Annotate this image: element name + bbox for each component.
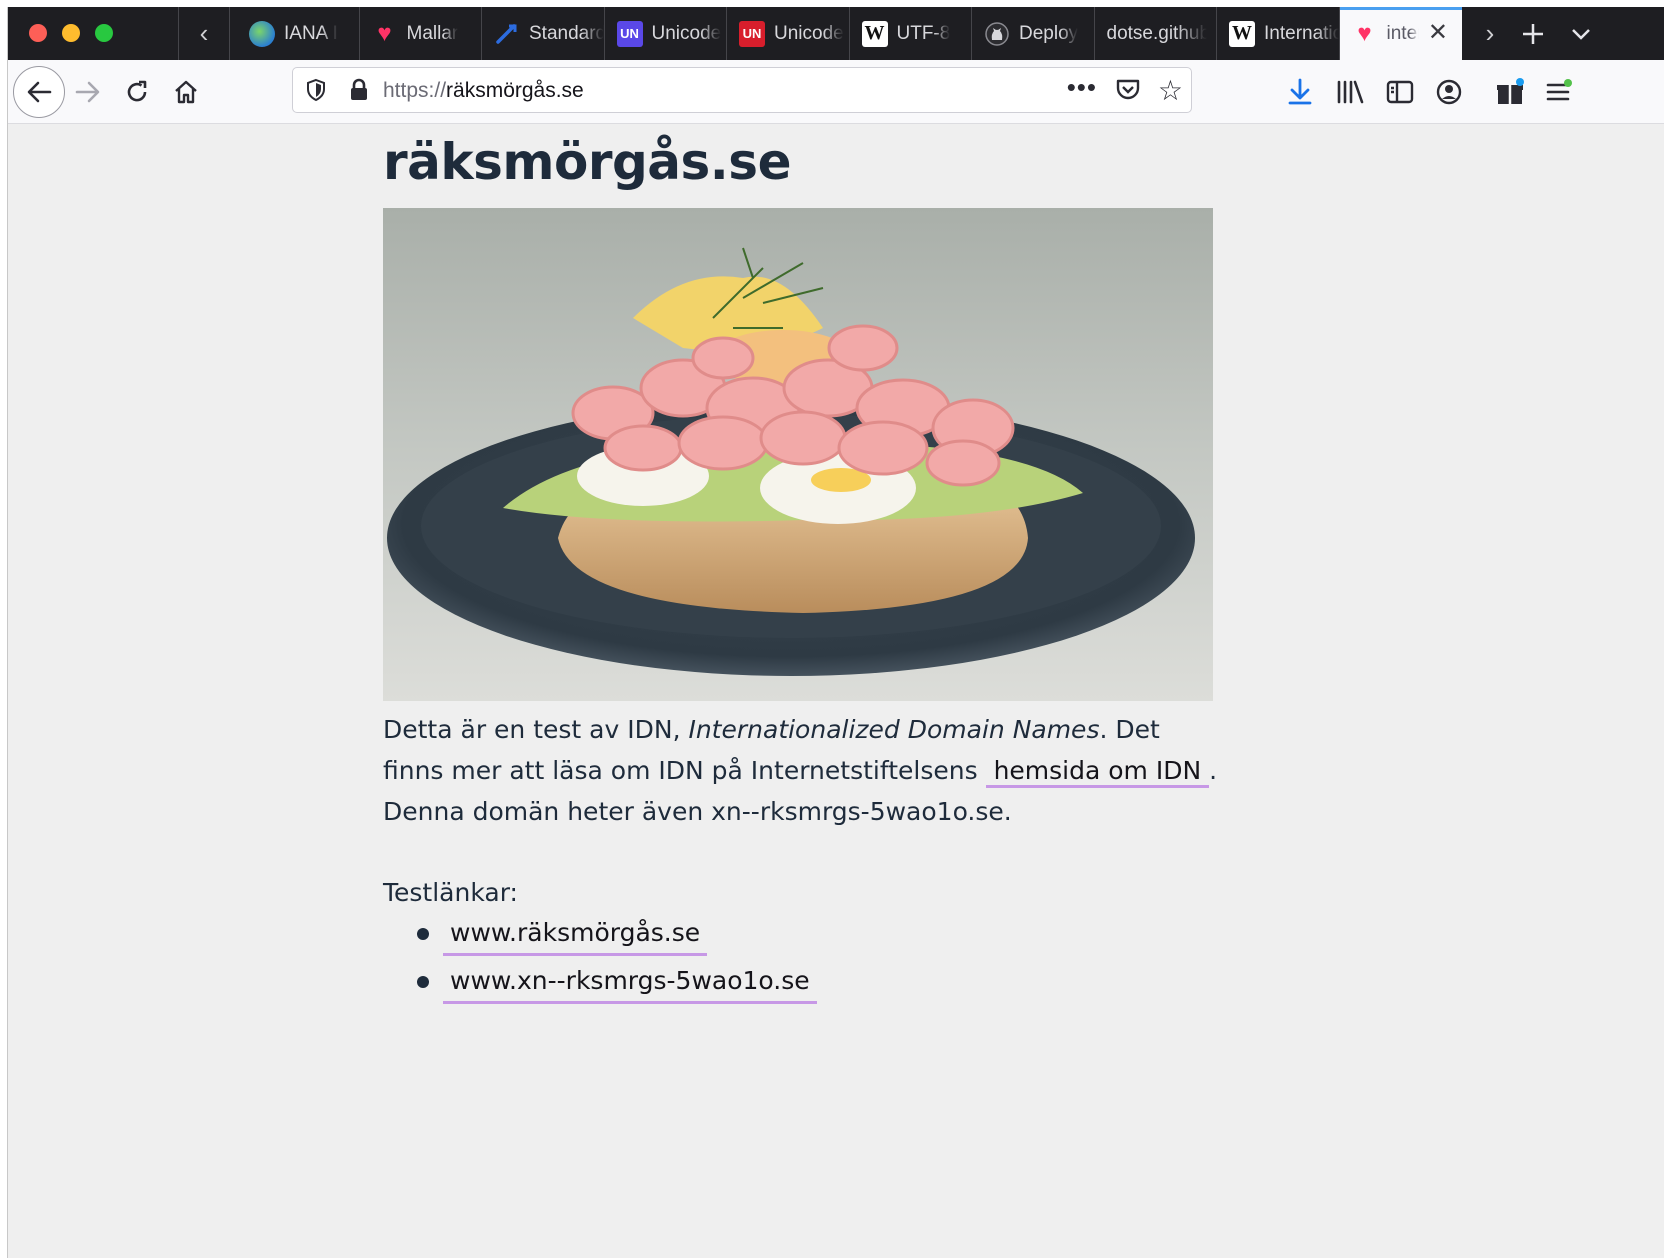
reload-icon[interactable] bbox=[114, 69, 160, 115]
standards-favicon-icon bbox=[494, 21, 520, 47]
heart-favicon-icon: ♥ bbox=[1357, 19, 1372, 47]
globe-favicon-icon bbox=[249, 20, 275, 47]
heart-favicon-icon: ♥ bbox=[377, 19, 392, 47]
extensions-gift-icon[interactable] bbox=[1490, 72, 1530, 112]
minimize-window-button[interactable] bbox=[62, 24, 80, 42]
idn-emphasis: Internationalized Domain Names bbox=[688, 715, 1100, 744]
test-link-punycode[interactable]: www.xn--rksmrgs-5wao1o.se bbox=[443, 963, 817, 1004]
wikipedia-favicon-icon: W bbox=[1229, 20, 1255, 47]
tab-active-idn[interactable]: ♥ internationalized ✕ bbox=[1339, 7, 1462, 60]
account-avatar-icon[interactable] bbox=[1429, 72, 1469, 112]
tab-scroll-right-icon[interactable]: › bbox=[1470, 7, 1510, 60]
navigation-toolbar: https://räksmörgås.se ••• ☆ bbox=[8, 60, 1664, 124]
tab-unicode-1[interactable]: UN Unicode bbox=[605, 7, 727, 60]
close-window-button[interactable] bbox=[29, 24, 47, 42]
tab-utf8[interactable]: W UTF-8 bbox=[850, 7, 972, 60]
downloads-icon[interactable] bbox=[1280, 72, 1320, 112]
pocket-icon[interactable] bbox=[1115, 78, 1141, 107]
browser-window: ‹ IANA I ♥ Mallar Standards UN Unicode bbox=[7, 7, 1664, 1258]
tab-internationalized-wiki[interactable]: W Internationalized bbox=[1217, 7, 1340, 60]
unicode-favicon-icon: UN bbox=[616, 20, 643, 47]
tab-list: IANA I ♥ Mallar Standards UN Unicode UN … bbox=[237, 7, 1462, 60]
close-tab-icon[interactable]: ✕ bbox=[1428, 21, 1448, 45]
back-arrow-icon[interactable] bbox=[13, 66, 65, 118]
home-icon[interactable] bbox=[163, 69, 209, 115]
forward-arrow-icon[interactable] bbox=[65, 69, 111, 115]
test-links-heading: Testlänkar: bbox=[383, 878, 518, 907]
page-actions-more-icon[interactable]: ••• bbox=[1067, 72, 1097, 103]
address-bar[interactable]: https://räksmörgås.se ••• ☆ bbox=[292, 67, 1192, 113]
hamburger-menu-icon[interactable] bbox=[1538, 72, 1578, 112]
new-tab-plus-icon[interactable] bbox=[1516, 17, 1550, 51]
test-link-unicode[interactable]: www.räksmörgås.se bbox=[443, 915, 708, 956]
unicode-favicon-icon: UN bbox=[739, 20, 765, 47]
sidebar-toggle-icon[interactable] bbox=[1380, 72, 1420, 112]
tab-scroll-left-icon[interactable]: ‹ bbox=[178, 7, 230, 60]
url-text[interactable]: https://räksmörgås.se bbox=[383, 79, 584, 103]
tab-mallar[interactable]: ♥ Mallar bbox=[360, 7, 482, 60]
idn-info-link[interactable]: hemsida om IDN bbox=[985, 756, 1210, 788]
tab-standards[interactable]: Standards bbox=[482, 7, 605, 60]
library-icon[interactable] bbox=[1330, 72, 1370, 112]
page-title: räksmörgås.se bbox=[383, 133, 791, 191]
tab-unicode-2[interactable]: UN Unicode bbox=[727, 7, 850, 60]
github-favicon-icon bbox=[984, 21, 1010, 47]
tab-dotse-github[interactable]: dotse.github bbox=[1095, 7, 1217, 60]
page-viewport: räksmörgås.se Detta är en test av IDN, I… bbox=[8, 125, 1664, 1258]
tracking-protection-shield-icon[interactable] bbox=[305, 78, 327, 107]
tab-strip: ‹ IANA I ♥ Mallar Standards UN Unicode bbox=[8, 7, 1664, 60]
test-links-list: www.räksmörgås.se www.xn--rksmrgs-5wao1o… bbox=[417, 915, 817, 1011]
bookmark-star-icon[interactable]: ☆ bbox=[1158, 74, 1183, 107]
wikipedia-favicon-icon: W bbox=[861, 20, 888, 47]
intro-paragraph: Detta är en test av IDN, Internationaliz… bbox=[383, 715, 1218, 826]
shrimp-sandwich-photo bbox=[383, 208, 1213, 701]
list-item: www.räksmörgås.se bbox=[417, 915, 817, 963]
zoom-window-button[interactable] bbox=[95, 24, 113, 42]
tab-deploy[interactable]: Deploy bbox=[972, 7, 1095, 60]
lock-icon[interactable] bbox=[349, 78, 369, 107]
tab-iana[interactable]: IANA I bbox=[237, 7, 360, 60]
tab-list-chevron-down-icon[interactable] bbox=[1564, 17, 1598, 51]
list-item: www.xn--rksmrgs-5wao1o.se bbox=[417, 963, 817, 1011]
